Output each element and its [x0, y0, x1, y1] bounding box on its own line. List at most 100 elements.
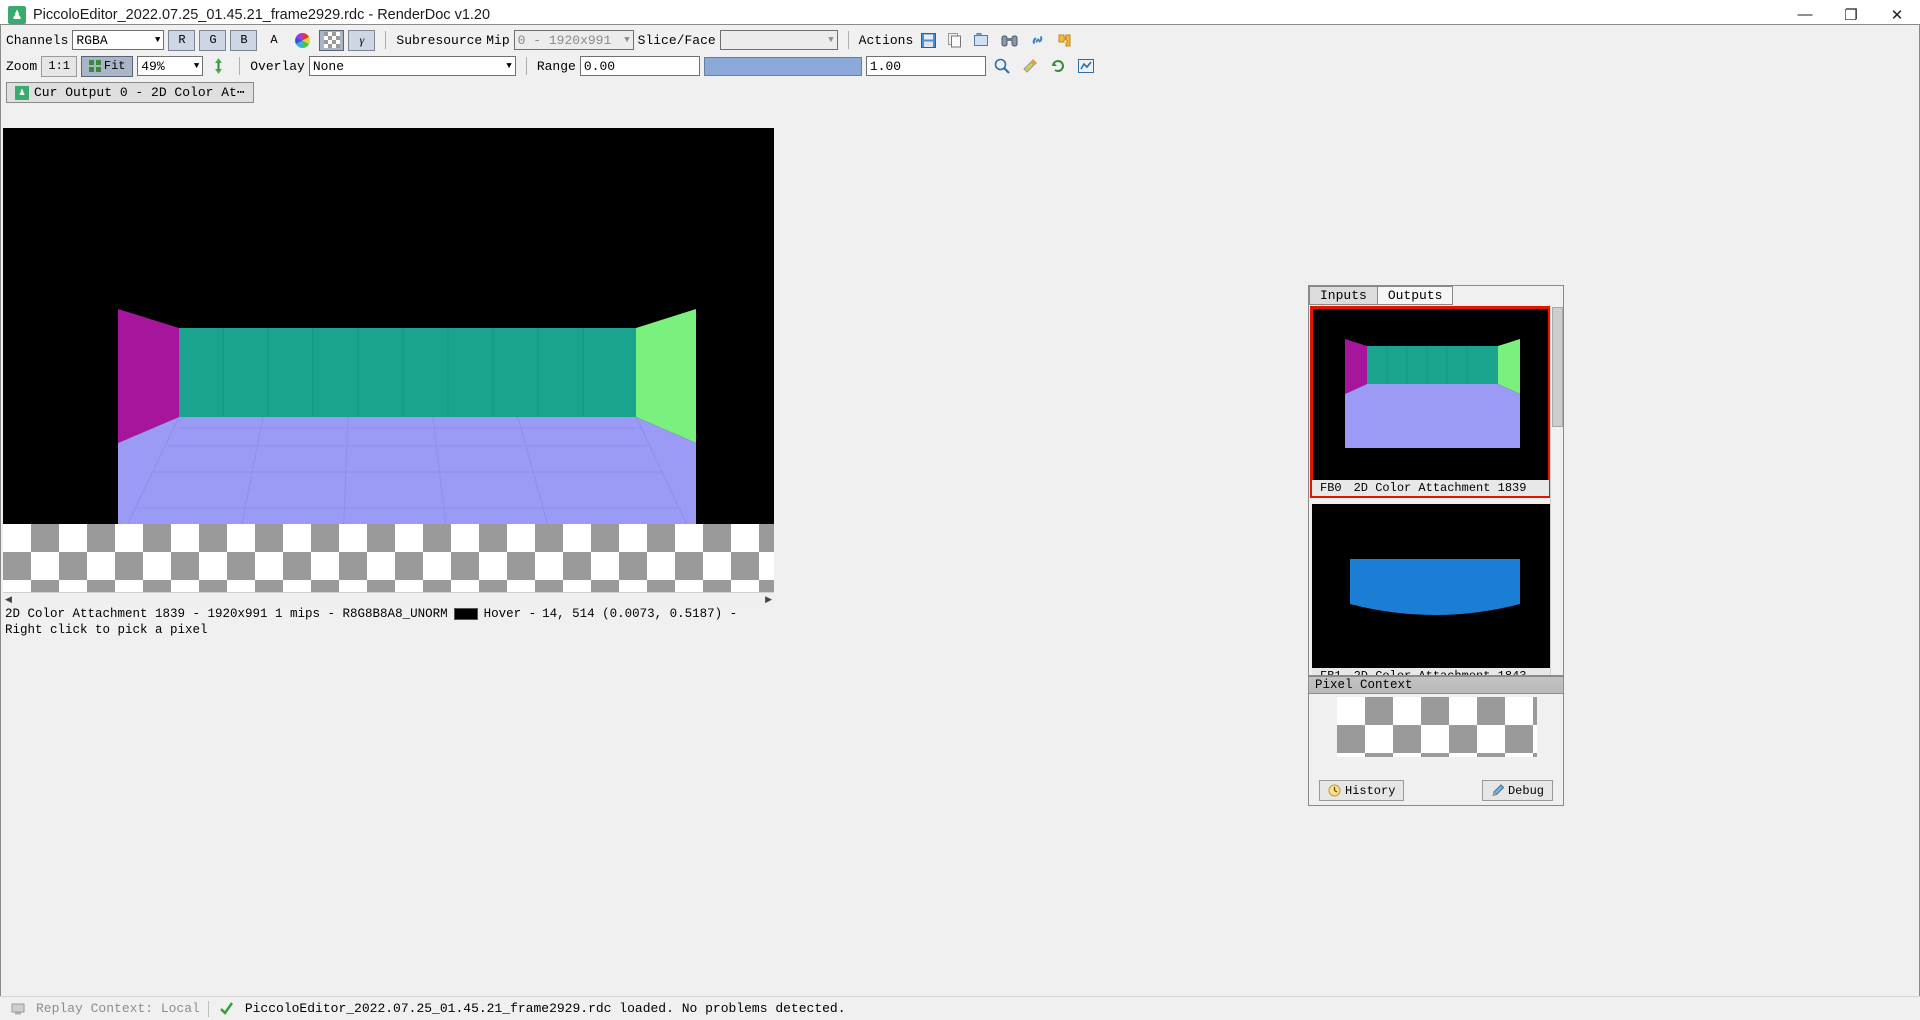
zoom-label: Zoom [6, 58, 38, 74]
channels-label: Channels [6, 32, 69, 48]
status-message: PiccoloEditor_2022.07.25_01.45.21_frame2… [244, 1001, 846, 1016]
rendered-scene [3, 128, 774, 545]
renderdoc-icon: ♟ [8, 5, 26, 24]
channel-r-button[interactable]: R [168, 29, 196, 51]
replay-context-label[interactable]: Replay Context: Local [36, 1001, 200, 1016]
slice-face-label: Slice/Face [637, 32, 716, 48]
mip-select[interactable]: 0 - 1920x991 ▼ [513, 30, 634, 50]
flip-y-icon[interactable] [207, 56, 229, 77]
mip-value: 0 - 1920x991 [517, 32, 612, 48]
debug-button[interactable]: Debug [1481, 780, 1553, 801]
find-icon[interactable] [997, 30, 1022, 51]
hover-label: Hover - [483, 607, 537, 621]
output-thumbnail-fb0[interactable]: FB0 2D Color Attachment 1839 [1310, 306, 1551, 498]
io-scroll-thumb[interactable] [1552, 307, 1563, 427]
checkerboard-icon[interactable] [319, 29, 345, 51]
overlay-select[interactable]: None ▼ [308, 56, 516, 76]
open-icon[interactable] [970, 30, 993, 51]
slice-face-select[interactable]: ▼ [719, 30, 838, 50]
chevron-down-icon[interactable]: ▼ [828, 35, 833, 45]
chevron-down-icon[interactable]: ▼ [624, 35, 629, 45]
pixel-context-buttons: History Debug [1309, 780, 1563, 801]
save-icon[interactable] [917, 30, 940, 51]
io-tab-inputs[interactable]: Inputs [1309, 286, 1378, 305]
overlay-label: Overlay [250, 58, 305, 74]
zoom-fit-button[interactable]: Fit [81, 55, 134, 77]
thumbnail-slot-fb1: FB1 [1320, 669, 1342, 675]
overlay-value: None [312, 58, 345, 74]
texture-hscrollbar[interactable]: ◀ ▶ [3, 592, 774, 606]
pixel-context-grid [1337, 697, 1537, 757]
zoom-level-select[interactable]: 49% ▼ [137, 56, 204, 76]
actions-label: Actions [858, 32, 914, 48]
fit-label: Fit [103, 59, 126, 73]
thumbnail-label-fb0: FB0 2D Color Attachment 1839 [1312, 480, 1549, 496]
range-label: Range [536, 58, 576, 74]
replay-context-icon [8, 999, 28, 1019]
subresource-label: Subresource [396, 32, 483, 48]
thumbnail-image-fb1 [1312, 504, 1555, 675]
toolbar-separator-3 [385, 31, 387, 49]
io-thumb-list[interactable]: FB0 2D Color Attachment 1839 FB1 2D Colo… [1309, 305, 1563, 675]
cur-output-label: Cur Output 0 - 2D Color At⋯ [34, 85, 245, 100]
history-button[interactable]: History [1319, 780, 1405, 801]
hover-coords: 14, 514 (0.0073, 0.5187) - [542, 607, 738, 621]
output-thumbnail-fb1[interactable]: FB1 2D Color Attachment 1843 [1312, 504, 1555, 675]
puzzle-icon[interactable] [1053, 30, 1076, 51]
chevron-down-icon[interactable]: ▼ [194, 61, 199, 71]
texture-viewer-dock: ♟Texture Viewer✕♟Pipeline State✕♟Mesh Vi… [0, 24, 1920, 1020]
texture-status-bar: 2D Color Attachment 1839 - 1920x991 1 mi… [5, 607, 1919, 637]
zoom-fit-icon[interactable] [990, 56, 1014, 77]
texture-scroll-left-arrow[interactable]: ◀ [5, 594, 12, 605]
copy-icon[interactable] [944, 30, 966, 51]
texture-render-area[interactable] [3, 128, 774, 545]
channels-select[interactable]: RGBA ▼ [72, 30, 165, 50]
debug-label: Debug [1507, 783, 1544, 798]
hover-color-swatch [453, 608, 478, 620]
channel-a-button[interactable]: A [261, 30, 286, 51]
fit-icon [88, 60, 101, 72]
debug-icon [1492, 784, 1504, 797]
output-tab-icon: ♟ [15, 85, 29, 100]
zoom-value: 49% [141, 58, 165, 74]
thumbnail-name-fb1: 2D Color Attachment 1843 [1354, 669, 1527, 675]
zoom-toolbar: Zoom 1:1 Fit 49% ▼ Overlay None ▼ Range … [1, 52, 1919, 79]
pixel-context-title-bar: Pixel Context [1309, 677, 1563, 694]
auto-fit-icon[interactable] [1074, 56, 1098, 77]
zoom-1-1-button[interactable]: 1:1 [41, 55, 78, 77]
window-title: PiccoloEditor_2022.07.25_01.45.21_frame2… [33, 6, 491, 23]
link-icon[interactable] [1026, 30, 1049, 51]
cur-output-tab[interactable]: ♟ Cur Output 0 - 2D Color At⋯ [6, 82, 254, 103]
toolbar-separator-5 [239, 57, 241, 75]
thumbnail-name-fb0: 2D Color Attachment 1839 [1353, 481, 1527, 495]
toolbar-separator-6 [525, 57, 527, 75]
chevron-down-icon[interactable]: ▼ [506, 61, 511, 71]
thumbnail-image-fb0 [1312, 308, 1549, 496]
statusbar-separator [207, 1000, 209, 1017]
reset-icon[interactable] [1046, 56, 1070, 77]
output-subtab-row: ♟ Cur Output 0 - 2D Color At⋯ [1, 79, 1919, 103]
texture-status-info: 2D Color Attachment 1839 - 1920x991 1 mi… [5, 607, 448, 621]
status-bar: Replay Context: Local PiccoloEditor_2022… [0, 996, 1920, 1020]
range-min-input[interactable]: 0.00 [579, 56, 700, 76]
channels-toolbar: Channels RGBA ▼ R G B A γ Subresource Mi… [1, 25, 1919, 52]
channel-b-button[interactable]: B [230, 29, 258, 51]
range-slider[interactable] [703, 56, 862, 76]
mip-label: Mip [486, 32, 510, 48]
pixel-context-title: Pixel Context [1315, 678, 1413, 692]
color-wheel-icon[interactable] [290, 30, 315, 51]
io-scrollbar[interactable] [1550, 305, 1563, 675]
history-label: History [1345, 783, 1396, 798]
range-max-input[interactable]: 1.00 [865, 56, 986, 76]
chevron-down-icon[interactable]: ▼ [155, 35, 160, 45]
renderdoc-window: ♟ PiccoloEditor_2022.07.25_01.45.21_fram… [0, 0, 1920, 1020]
texture-scroll-right-arrow[interactable]: ▶ [765, 594, 772, 605]
io-tabstrip: Inputs Outputs [1309, 286, 1563, 305]
toolbar-separator-4 [847, 31, 849, 49]
gamma-button[interactable]: γ [348, 29, 376, 51]
history-icon [1328, 784, 1341, 797]
io-panel: Inputs Outputs FB0 2D Color Attachment 1… [1308, 285, 1564, 676]
picker-icon[interactable] [1018, 56, 1042, 77]
channel-g-button[interactable]: G [199, 29, 227, 51]
io-tab-outputs[interactable]: Outputs [1376, 286, 1454, 305]
